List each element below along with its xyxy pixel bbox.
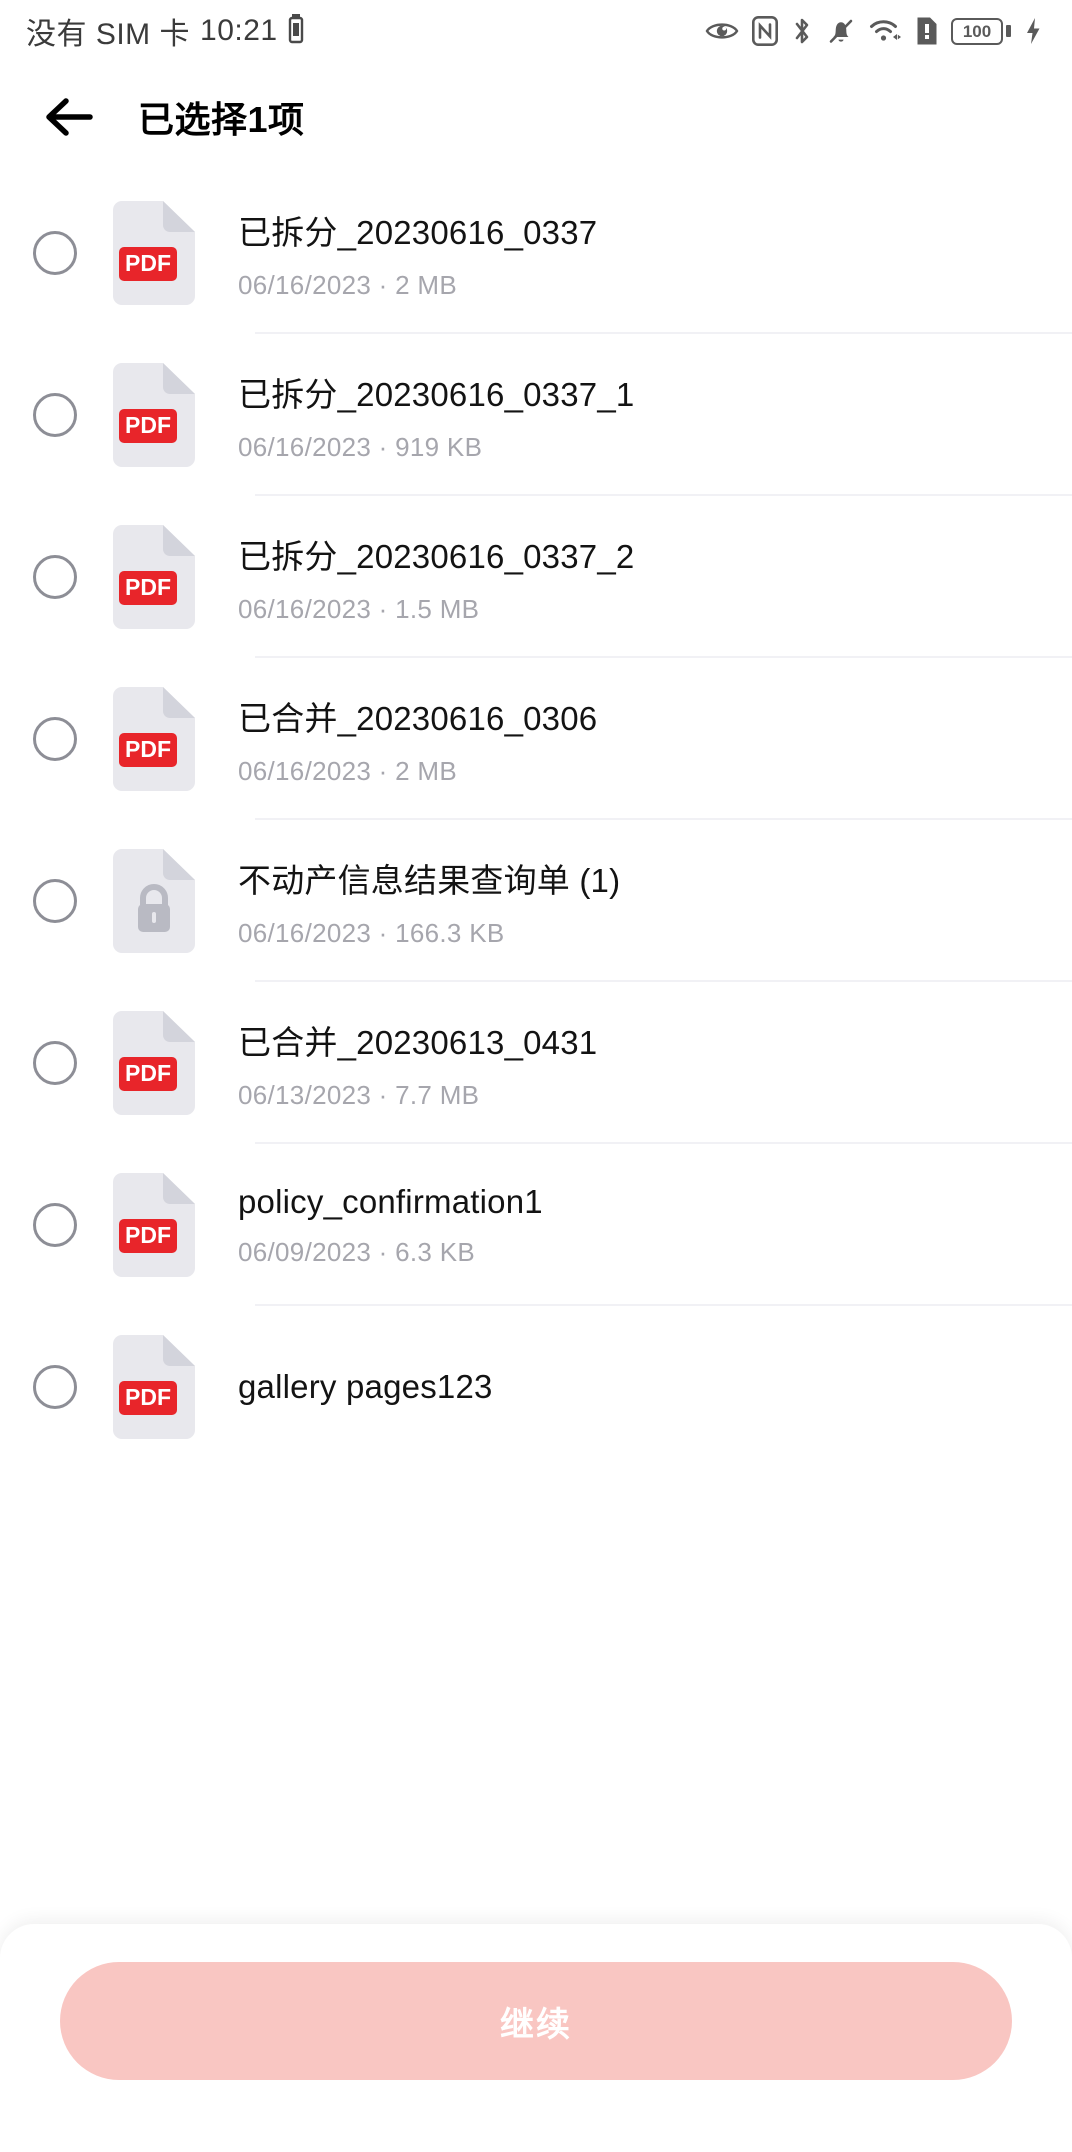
svg-text:PDF: PDF bbox=[125, 1222, 171, 1248]
list-item[interactable]: PDF 已拆分_20230616_0337_2 06/16/2023 · 1.5… bbox=[0, 496, 1072, 658]
file-subtitle: 06/16/2023 · 919 KB bbox=[238, 431, 483, 462]
row-checkbox[interactable] bbox=[22, 868, 88, 934]
checkbox-unchecked-icon bbox=[33, 879, 77, 923]
list-item[interactable]: PDF 已合并_20230616_0306 06/16/2023 · 2 MB bbox=[0, 658, 1072, 820]
svg-text:PDF: PDF bbox=[125, 1060, 171, 1086]
file-thumbnail: PDF bbox=[106, 687, 202, 791]
pdf-file-icon: PDF bbox=[113, 525, 195, 629]
file-name: 已合并_20230616_0306 bbox=[238, 699, 598, 737]
file-thumbnail: PDF bbox=[106, 1173, 202, 1277]
row-checkbox[interactable] bbox=[22, 220, 88, 286]
file-meta: 已拆分_20230616_0337_2 06/16/2023 · 1.5 MB bbox=[238, 530, 634, 625]
sim-alert-icon bbox=[916, 16, 938, 46]
continue-button[interactable]: 继续 bbox=[60, 1962, 1012, 2080]
file-name: policy_confirmation1 bbox=[238, 1182, 543, 1220]
locked-file-icon bbox=[113, 849, 195, 953]
file-meta: policy_confirmation1 06/09/2023 · 6.3 KB bbox=[238, 1183, 543, 1268]
file-name: 不动产信息结果查询单 (1) bbox=[238, 861, 621, 899]
battery-icon: 100 bbox=[951, 17, 1011, 45]
file-name: 已合并_20230613_0431 bbox=[238, 1023, 598, 1061]
row-checkbox[interactable] bbox=[22, 1354, 88, 1420]
pdf-file-icon: PDF bbox=[113, 363, 195, 467]
list-item[interactable]: PDF 已拆分_20230616_0337 06/16/2023 · 2 MB bbox=[0, 172, 1072, 334]
list-item[interactable]: PDF gallery pages123 bbox=[0, 1306, 1072, 1468]
checkbox-unchecked-icon bbox=[33, 1365, 77, 1409]
app-bar: 已选择1项 bbox=[0, 62, 1072, 172]
row-checkbox[interactable] bbox=[22, 1030, 88, 1096]
battery-level: 100 bbox=[962, 21, 992, 41]
checkbox-unchecked-icon bbox=[33, 1041, 77, 1085]
battery-cap bbox=[1006, 25, 1011, 37]
clock-label: 10:21 bbox=[200, 14, 278, 47]
file-name: 已拆分_20230616_0337_1 bbox=[238, 375, 635, 413]
file-thumbnail: PDF bbox=[106, 1011, 202, 1115]
file-meta: 已合并_20230616_0306 06/16/2023 · 2 MB bbox=[238, 692, 597, 787]
page-title: 已选择1项 bbox=[138, 99, 305, 140]
status-bar: 没有 SIM 卡 10:21 100 bbox=[0, 0, 1072, 62]
row-checkbox[interactable] bbox=[22, 382, 88, 448]
file-meta: 不动产信息结果查询单 (1) 06/16/2023 · 166.3 KB bbox=[238, 854, 620, 949]
file-name: 已拆分_20230616_0337 bbox=[238, 213, 598, 251]
file-thumbnail: PDF bbox=[106, 201, 202, 305]
bluetooth-icon bbox=[791, 16, 813, 46]
file-name: gallery pages123 bbox=[238, 1368, 493, 1405]
back-button[interactable] bbox=[38, 85, 102, 149]
continue-button-label: 继续 bbox=[500, 2005, 572, 2044]
file-thumbnail: PDF bbox=[106, 363, 202, 467]
file-list[interactable]: PDF 已拆分_20230616_0337 06/16/2023 · 2 MB bbox=[0, 172, 1072, 2152]
svg-text:PDF: PDF bbox=[125, 574, 171, 600]
list-item[interactable]: PDF policy_confirmation1 06/09/2023 · 6.… bbox=[0, 1144, 1072, 1306]
bottom-action-bar: 继续 bbox=[0, 1924, 1072, 2152]
file-subtitle: 06/16/2023 · 2 MB bbox=[238, 755, 458, 786]
svg-text:PDF: PDF bbox=[125, 250, 171, 276]
file-subtitle: 06/09/2023 · 6.3 KB bbox=[238, 1236, 475, 1267]
list-item[interactable]: PDF 已合并_20230613_0431 06/13/2023 · 7.7 M… bbox=[0, 982, 1072, 1144]
checkbox-unchecked-icon bbox=[33, 555, 77, 599]
file-meta: 已拆分_20230616_0337 06/16/2023 · 2 MB bbox=[238, 206, 597, 301]
file-subtitle: 06/16/2023 · 1.5 MB bbox=[238, 593, 480, 624]
svg-text:PDF: PDF bbox=[125, 1384, 171, 1410]
svg-text:PDF: PDF bbox=[125, 736, 171, 762]
charging-bolt-icon bbox=[1024, 16, 1042, 46]
file-meta: gallery pages123 bbox=[238, 1368, 493, 1406]
checkbox-unchecked-icon bbox=[33, 717, 77, 761]
file-subtitle: 06/16/2023 · 166.3 KB bbox=[238, 917, 505, 948]
checkbox-unchecked-icon bbox=[33, 1203, 77, 1247]
status-bar-left: 没有 SIM 卡 10:21 bbox=[26, 9, 304, 53]
alarm-icon bbox=[288, 13, 304, 49]
checkbox-unchecked-icon bbox=[33, 231, 77, 275]
row-checkbox[interactable] bbox=[22, 1192, 88, 1258]
file-name: 已拆分_20230616_0337_2 bbox=[238, 537, 635, 575]
file-thumbnail bbox=[106, 849, 202, 953]
row-checkbox[interactable] bbox=[22, 544, 88, 610]
file-subtitle: 06/13/2023 · 7.7 MB bbox=[238, 1079, 480, 1110]
phone-screen: 没有 SIM 卡 10:21 100 已选择1项 PDF 已拆分_2023061… bbox=[0, 0, 1072, 2152]
carrier-label: 没有 SIM 卡 bbox=[26, 18, 191, 51]
file-subtitle: 06/16/2023 · 2 MB bbox=[238, 269, 458, 300]
checkbox-unchecked-icon bbox=[33, 393, 77, 437]
pdf-file-icon: PDF bbox=[113, 1011, 195, 1115]
battery-body: 100 bbox=[951, 17, 1003, 45]
eye-care-icon bbox=[705, 18, 739, 44]
file-thumbnail: PDF bbox=[106, 525, 202, 629]
pdf-file-icon: PDF bbox=[113, 1335, 195, 1439]
list-item[interactable]: PDF 已拆分_20230616_0337_1 06/16/2023 · 919… bbox=[0, 334, 1072, 496]
svg-text:PDF: PDF bbox=[125, 412, 171, 438]
wifi-icon bbox=[869, 17, 903, 45]
row-checkbox[interactable] bbox=[22, 706, 88, 772]
status-bar-right: 100 bbox=[705, 16, 1042, 46]
nfc-icon bbox=[752, 16, 778, 46]
list-item[interactable]: 不动产信息结果查询单 (1) 06/16/2023 · 166.3 KB bbox=[0, 820, 1072, 982]
pdf-file-icon: PDF bbox=[113, 1173, 195, 1277]
back-arrow-icon bbox=[46, 98, 93, 136]
pdf-file-icon: PDF bbox=[113, 201, 195, 305]
pdf-file-icon: PDF bbox=[113, 687, 195, 791]
file-meta: 已拆分_20230616_0337_1 06/16/2023 · 919 KB bbox=[238, 368, 634, 463]
mute-bell-icon bbox=[826, 16, 856, 46]
file-meta: 已合并_20230613_0431 06/13/2023 · 7.7 MB bbox=[238, 1016, 597, 1111]
file-thumbnail: PDF bbox=[106, 1335, 202, 1439]
